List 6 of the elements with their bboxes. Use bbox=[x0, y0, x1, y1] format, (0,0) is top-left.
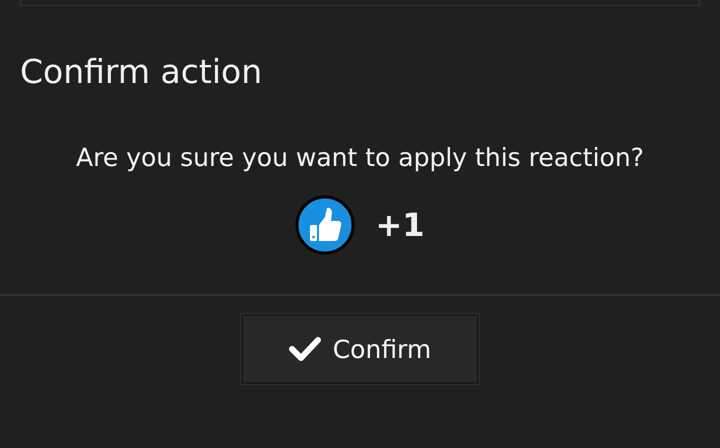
reaction-count: +1 bbox=[375, 206, 425, 244]
checkmark-icon bbox=[288, 336, 321, 362]
dialog-title: Confirm action bbox=[20, 51, 264, 93]
confirm-button[interactable]: Confirm bbox=[241, 314, 479, 384]
thumbs-up-icon bbox=[295, 195, 356, 255]
dialog-message: Are you sure you want to apply this reaction? bbox=[75, 142, 645, 174]
